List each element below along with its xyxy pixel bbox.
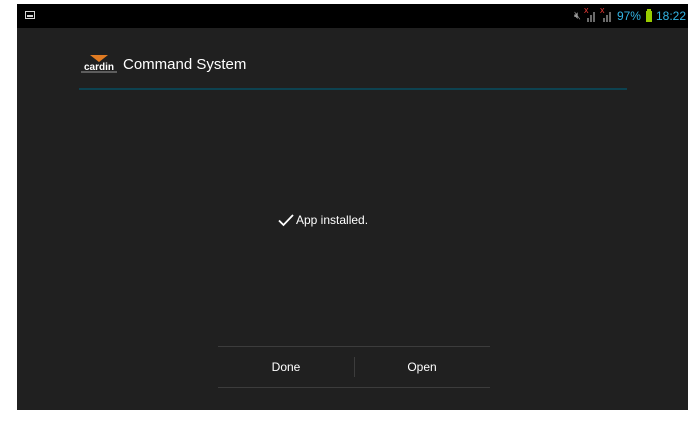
button-bar: Done Open	[218, 346, 490, 388]
check-icon	[278, 214, 294, 227]
done-button[interactable]: Done	[218, 347, 354, 387]
image-notification-icon	[25, 11, 35, 19]
install-screen: 🔇︎ x x 97% 18:22 cardin Command System A…	[17, 4, 688, 410]
status-bar: 🔇︎ x x 97% 18:22	[17, 4, 688, 28]
open-button[interactable]: Open	[354, 347, 490, 387]
logo-text: cardin	[84, 62, 114, 73]
mute-icon: 🔇︎	[574, 10, 581, 22]
battery-icon	[645, 8, 652, 22]
action-bar: cardin Command System	[79, 48, 627, 90]
clock: 18:22	[655, 9, 686, 23]
install-message-text: App installed.	[296, 213, 369, 227]
install-message: App installed.	[278, 212, 368, 228]
app-title: Command System	[123, 56, 247, 73]
no-signal-icon-2: x	[600, 5, 613, 22]
status-icons: 🔇︎ x x 97% 18:22	[574, 5, 686, 24]
cardin-logo: cardin	[81, 55, 117, 73]
no-signal-icon: x	[584, 5, 597, 22]
battery-percent: 97%	[616, 9, 641, 23]
